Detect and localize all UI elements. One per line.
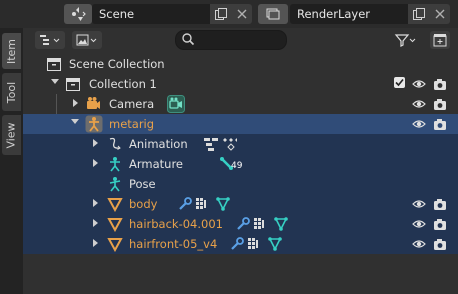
tree-row-pose[interactable]: Pose <box>23 174 458 194</box>
animation-data-icon <box>109 137 121 150</box>
exclude-checkbox[interactable] <box>394 77 405 88</box>
camera-render-icon[interactable] <box>433 97 447 111</box>
tab-view[interactable]: View <box>2 115 21 155</box>
new-collection-icon <box>433 34 447 47</box>
tree-row-metarig[interactable]: metarig <box>23 114 458 134</box>
checkmark-icon <box>395 78 404 87</box>
tree-row-animation[interactable]: Animation <box>23 134 458 154</box>
vertex-groups-icon[interactable] <box>253 216 269 232</box>
tree-row-armature[interactable]: Armature 49 <box>23 154 458 174</box>
scene-name-field[interactable]: Scene <box>92 4 210 24</box>
expand-arrow[interactable] <box>93 219 98 227</box>
tab-tool[interactable]: Tool <box>2 73 21 111</box>
eye-icon[interactable] <box>412 77 426 91</box>
outliner-tree-icon <box>40 35 60 45</box>
mesh-object-icon <box>107 218 123 232</box>
close-icon <box>435 9 445 19</box>
camera-object-icon <box>87 97 100 109</box>
new-viewlayer-button[interactable] <box>408 4 430 24</box>
keyframes-icon[interactable] <box>221 136 237 152</box>
expand-arrow[interactable] <box>93 199 98 207</box>
mesh-data-icon[interactable] <box>215 196 231 212</box>
body-label: body <box>129 197 158 211</box>
render-layers-icon <box>266 8 280 20</box>
camera-render-icon[interactable] <box>433 217 447 231</box>
camera-data-icon[interactable] <box>167 95 185 113</box>
scene-collection-label: Scene Collection <box>69 57 165 71</box>
tree-row-collection-1[interactable]: Collection 1 <box>23 74 458 94</box>
duplicate-icon <box>413 8 425 20</box>
pose-label: Pose <box>129 177 156 191</box>
expand-arrow[interactable] <box>73 99 78 107</box>
new-scene-button[interactable] <box>210 4 232 24</box>
collection-label: Collection 1 <box>89 77 157 91</box>
armature-object-icon <box>85 115 103 133</box>
expand-arrow[interactable] <box>71 119 79 124</box>
expand-arrow[interactable] <box>93 139 98 147</box>
search-icon <box>182 33 195 46</box>
new-collection-button[interactable] <box>430 31 450 49</box>
scene-selector-button[interactable] <box>64 4 92 24</box>
camera-render-icon[interactable] <box>433 117 447 131</box>
expand-arrow[interactable] <box>51 79 59 84</box>
filter-display-dropdown[interactable] <box>72 31 102 49</box>
mesh-data-icon[interactable] <box>273 216 289 232</box>
scene-icon <box>72 7 86 21</box>
tree-row-hairback[interactable]: hairback-04.001 <box>23 214 458 234</box>
hairback-label: hairback-04.001 <box>129 217 223 231</box>
tree-row-camera[interactable]: Camera <box>23 94 458 114</box>
scene-collection-icon <box>47 58 61 71</box>
armature-data-icon <box>110 157 120 172</box>
filter-dropdown[interactable] <box>393 31 419 49</box>
hairfront-label: hairfront-05_v4 <box>129 237 218 251</box>
duplicate-icon <box>215 8 227 20</box>
eye-icon[interactable] <box>412 197 426 211</box>
eye-icon[interactable] <box>412 97 426 111</box>
camera-render-icon[interactable] <box>433 77 447 91</box>
image-icon <box>76 34 97 46</box>
wrench-icon[interactable] <box>177 196 193 212</box>
funnel-icon <box>394 34 416 47</box>
mesh-object-icon <box>107 198 123 212</box>
expand-arrow[interactable] <box>93 159 98 167</box>
mesh-data-icon[interactable] <box>267 236 283 252</box>
bone-count-badge: 49 <box>231 161 243 171</box>
metarig-label: metarig <box>109 117 155 131</box>
viewlayer-name-field[interactable]: RenderLayer <box>290 4 408 24</box>
close-icon <box>237 9 247 19</box>
eye-icon[interactable] <box>412 217 426 231</box>
tree-row-hairfront[interactable]: hairfront-05_v4 <box>23 234 458 254</box>
tab-item[interactable]: Item <box>2 33 21 69</box>
animation-label: Animation <box>129 137 188 151</box>
vertex-groups-icon[interactable] <box>195 196 211 212</box>
delete-viewlayer-button[interactable] <box>430 4 450 24</box>
camera-label: Camera <box>109 97 155 111</box>
eye-icon[interactable] <box>412 237 426 251</box>
camera-render-icon[interactable] <box>433 197 447 211</box>
camera-render-icon[interactable] <box>433 237 447 251</box>
eye-icon[interactable] <box>412 117 426 131</box>
tree-row-body[interactable]: body <box>23 194 458 214</box>
mesh-object-icon <box>107 238 123 252</box>
delete-scene-button[interactable] <box>232 4 252 24</box>
expand-arrow[interactable] <box>93 239 98 247</box>
wrench-icon[interactable] <box>235 216 251 232</box>
wrench-icon[interactable] <box>229 236 245 252</box>
armature-label: Armature <box>129 157 183 171</box>
collection-icon <box>66 78 80 91</box>
display-mode-dropdown[interactable] <box>35 31 65 49</box>
pose-icon <box>109 177 121 192</box>
tree-row-scene-collection[interactable]: Scene Collection <box>23 54 458 74</box>
vertex-groups-icon[interactable] <box>247 236 263 252</box>
viewlayer-selector-button[interactable] <box>258 4 288 24</box>
nla-strips-icon[interactable] <box>203 136 219 152</box>
